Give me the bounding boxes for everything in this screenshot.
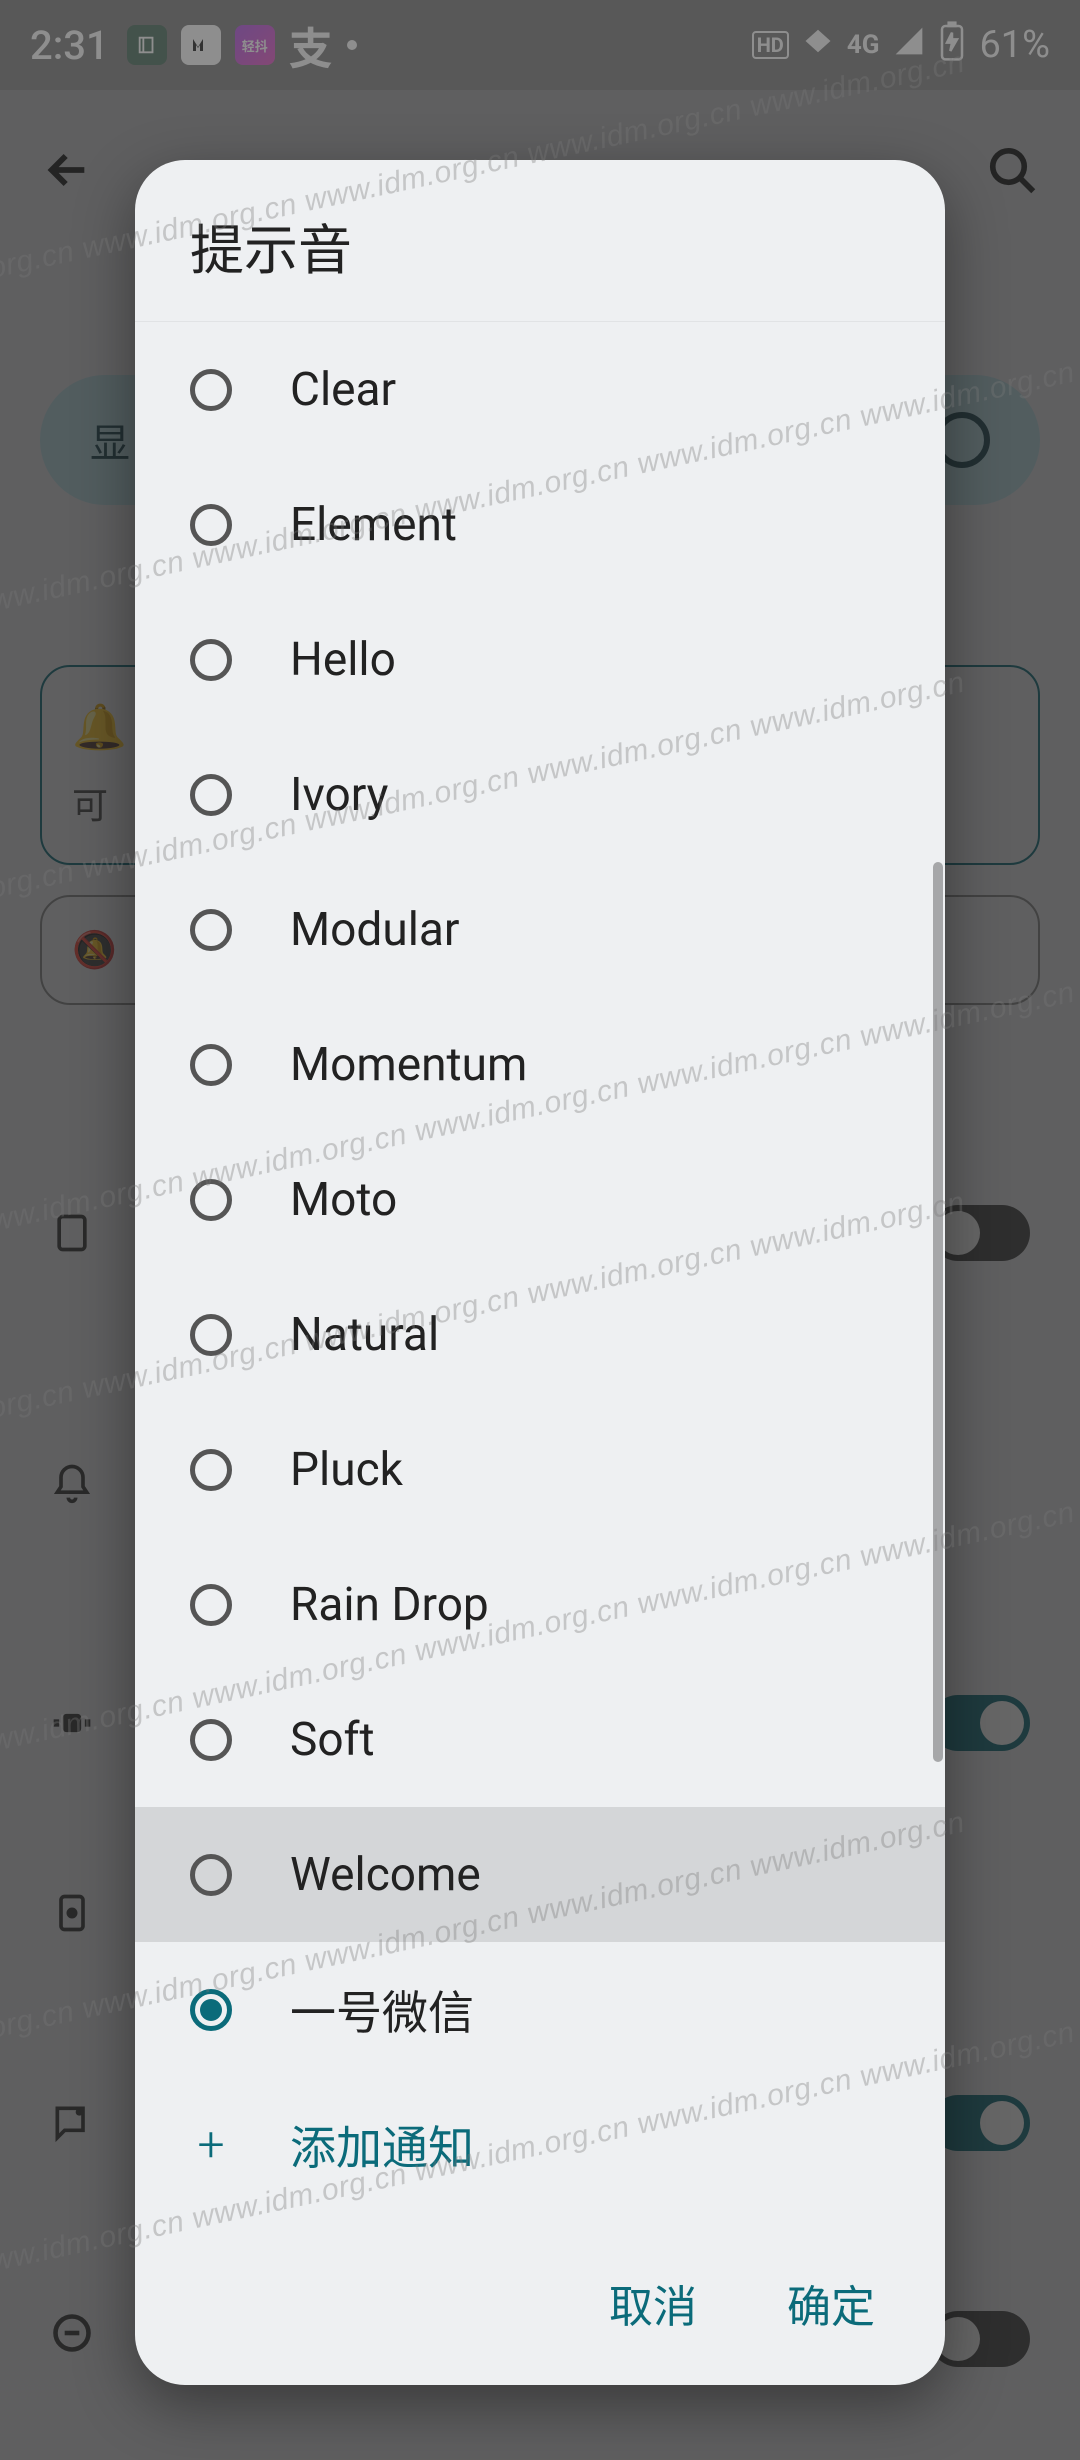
ringtone-label: 一号微信 [290,1977,474,2043]
ringtone-list[interactable]: Clear Element Hello Ivory Modular Momentum Mot… [135,322,945,2231]
confirm-button[interactable]: 确定 [787,2271,875,2335]
radio-icon [190,369,232,411]
radio-icon [190,504,232,546]
radio-icon [190,639,232,681]
ringtone-label: Element [290,498,457,552]
radio-icon [190,1314,232,1356]
ringtone-option[interactable]: Natural [135,1267,945,1402]
radio-icon [190,1044,232,1086]
dialog-actions: 取消 确定 [135,2231,945,2385]
ringtone-label: Momentum [290,1038,527,1092]
ringtone-option[interactable]: Welcome [135,1807,945,1942]
radio-icon [190,1719,232,1761]
radio-icon [190,1449,232,1491]
ringtone-label: Modular [290,903,460,957]
ringtone-option[interactable]: Rain Drop [135,1537,945,1672]
add-ringtone-button[interactable]: + 添加通知 [135,2077,945,2212]
ringtone-label: Rain Drop [290,1578,489,1632]
ringtone-label: Moto [290,1173,397,1227]
dialog-title: 提示音 [135,160,945,322]
ringtone-label: Ivory [290,768,388,822]
scrollbar-thumb[interactable] [933,862,943,1762]
ringtone-label: Hello [290,633,396,687]
ringtone-option[interactable]: Modular [135,862,945,997]
radio-icon [190,1989,232,2031]
ringtone-label: Welcome [290,1848,481,1902]
ringtone-option[interactable]: Pluck [135,1402,945,1537]
ringtone-option[interactable]: Ivory [135,727,945,862]
ringtone-option[interactable]: Momentum [135,997,945,1132]
ringtone-label: Clear [290,363,396,417]
ringtone-option[interactable]: Soft [135,1672,945,1807]
radio-icon [190,909,232,951]
ringtone-option[interactable]: Moto [135,1132,945,1267]
ringtone-option[interactable]: Clear [135,322,945,457]
ringtone-label: Soft [290,1713,375,1767]
radio-icon [190,1854,232,1896]
ringtone-label: Natural [290,1308,439,1362]
radio-icon [190,774,232,816]
plus-icon: + [190,2124,232,2166]
radio-icon [190,1179,232,1221]
ringtone-option[interactable]: Element [135,457,945,592]
ringtone-option[interactable]: Hello [135,592,945,727]
ringtone-option[interactable]: 一号微信 [135,1942,945,2077]
ringtone-label: Pluck [290,1443,403,1497]
radio-icon [190,1584,232,1626]
cancel-button[interactable]: 取消 [609,2271,697,2335]
ringtone-dialog: 提示音 Clear Element Hello Ivory Modular Momentu… [135,160,945,2385]
add-ringtone-label: 添加通知 [290,2112,474,2178]
